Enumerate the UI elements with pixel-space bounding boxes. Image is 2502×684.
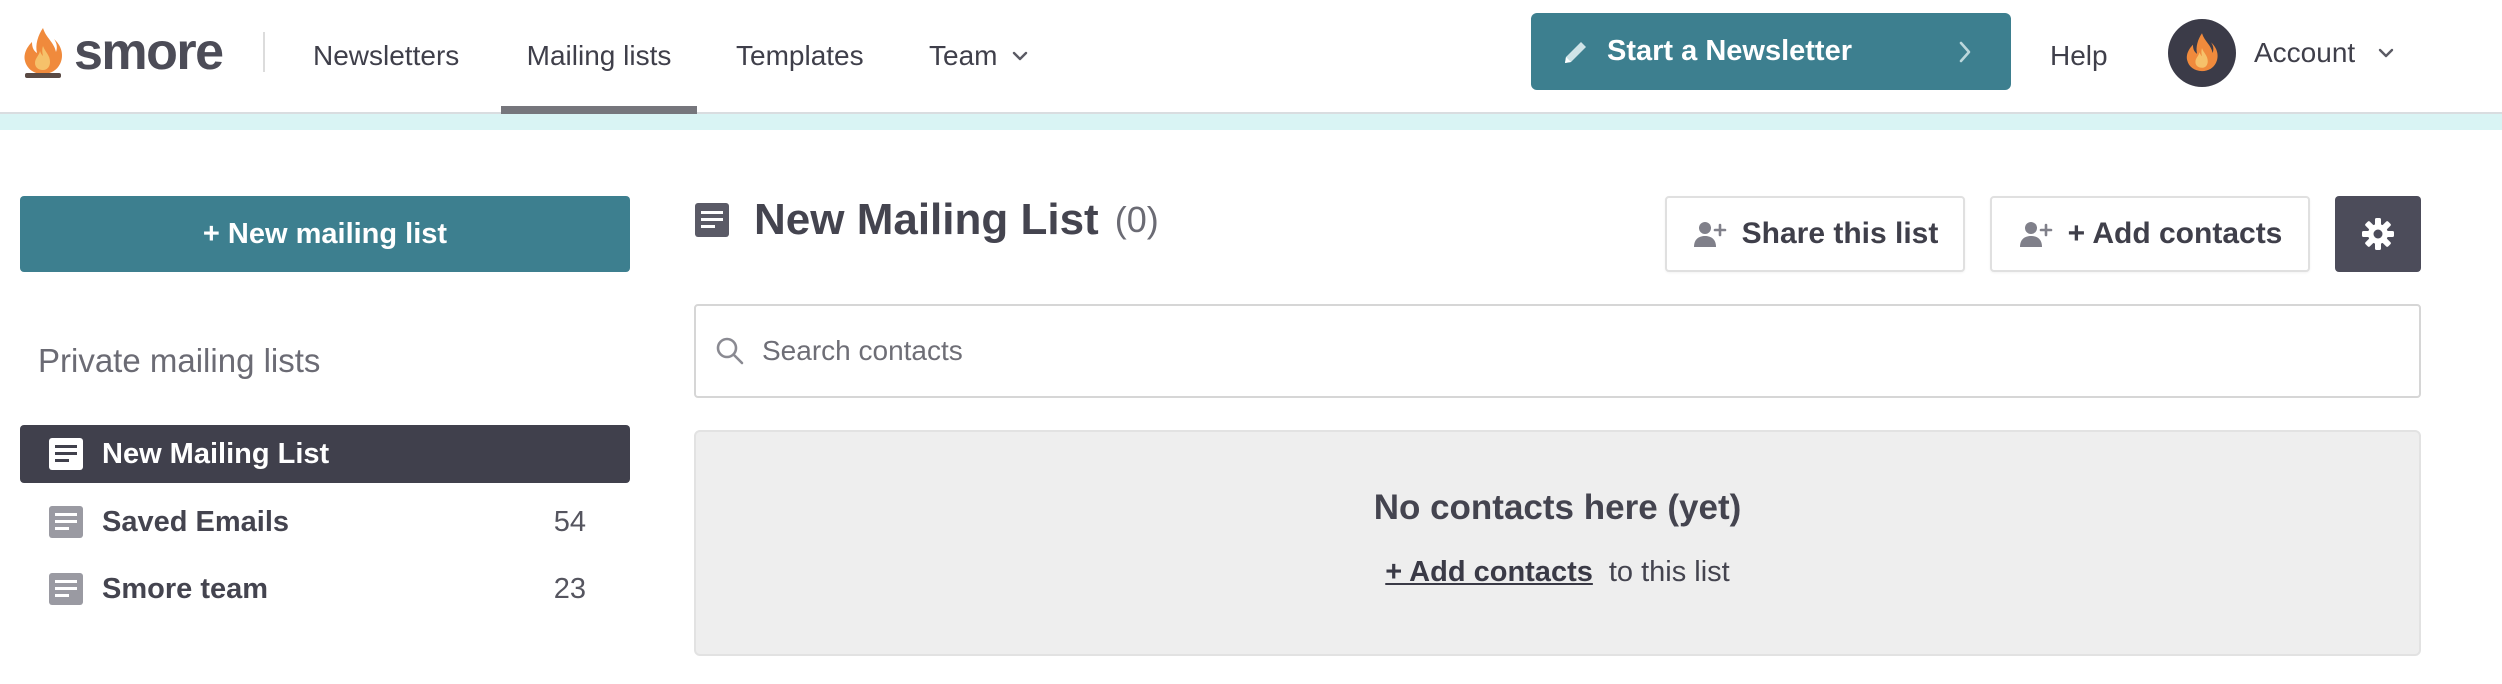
pencil-icon bbox=[1565, 41, 1586, 63]
page-title: New Mailing List bbox=[754, 195, 1099, 244]
start-newsletter-button[interactable]: Start a Newsletter bbox=[1531, 13, 2011, 90]
brand-name: smore bbox=[74, 23, 224, 81]
flame-avatar-icon bbox=[2186, 33, 2218, 72]
share-list-button[interactable]: Share this list bbox=[1665, 196, 1965, 272]
share-list-label: Share this list bbox=[1741, 217, 1939, 250]
nav-newsletters[interactable]: Newsletters bbox=[313, 0, 459, 112]
gear-icon bbox=[2362, 218, 2394, 250]
sidebar-item-saved-emails[interactable]: Saved Emails 54 bbox=[20, 493, 630, 551]
nav-help[interactable]: Help bbox=[2050, 0, 2108, 112]
chevron-down-icon bbox=[2378, 48, 2394, 58]
brand-logo[interactable]: smore bbox=[20, 22, 224, 82]
list-icon bbox=[49, 506, 83, 538]
top-navigation-bar: smore Newsletters Mailing lists Template… bbox=[0, 0, 2502, 114]
account-label: Account bbox=[2254, 37, 2356, 68]
account-menu[interactable]: Account bbox=[2168, 18, 2395, 88]
add-contacts-label: + Add contacts bbox=[2067, 217, 2283, 250]
list-icon bbox=[49, 438, 83, 470]
empty-state-suffix: to this list bbox=[1608, 556, 1730, 588]
search-icon bbox=[716, 337, 744, 365]
chevron-down-icon bbox=[1013, 51, 1028, 61]
header-accent-band bbox=[0, 114, 2502, 130]
nav-templates[interactable]: Templates bbox=[736, 0, 864, 112]
empty-state-title: No contacts here (yet) bbox=[1373, 488, 1742, 527]
private-lists-heading: Private mailing lists bbox=[38, 342, 321, 379]
nav-team-label: Team bbox=[929, 40, 998, 71]
page-title-row: New Mailing List (0) bbox=[694, 190, 1159, 250]
list-icon bbox=[49, 573, 83, 605]
flame-logo-icon bbox=[24, 28, 62, 78]
sidebar-item-label: Saved Emails bbox=[102, 505, 289, 538]
search-input[interactable] bbox=[762, 335, 2362, 367]
empty-state-message: + Add contacts to this list bbox=[696, 556, 2419, 589]
settings-button[interactable] bbox=[2335, 196, 2421, 272]
nav-team-dropdown[interactable]: Team bbox=[929, 0, 1029, 112]
empty-state-panel: No contacts here (yet) + Add contacts to … bbox=[694, 430, 2421, 656]
start-newsletter-label: Start a Newsletter bbox=[1607, 35, 1852, 67]
new-mailing-list-button[interactable]: + New mailing list bbox=[20, 196, 630, 272]
sidebar-item-count: 54 bbox=[553, 505, 586, 538]
sidebar-item-label: New Mailing List bbox=[102, 437, 330, 470]
sidebar-item-count: 23 bbox=[553, 572, 586, 605]
add-contacts-button[interactable]: + Add contacts bbox=[1990, 196, 2310, 272]
contact-count: (0) bbox=[1114, 199, 1159, 240]
search-contacts-field[interactable] bbox=[694, 304, 2421, 398]
nav-mailing-lists[interactable]: Mailing lists bbox=[501, 0, 697, 114]
user-plus-icon bbox=[1693, 222, 1726, 247]
sidebar-item-new-mailing-list[interactable]: New Mailing List bbox=[20, 425, 630, 483]
list-icon bbox=[695, 203, 729, 237]
sidebar-item-label: Smore team bbox=[102, 572, 269, 605]
user-plus-icon bbox=[2019, 222, 2052, 247]
avatar bbox=[2168, 19, 2236, 87]
sidebar-item-smore-team[interactable]: Smore team 23 bbox=[20, 560, 630, 618]
add-contacts-link[interactable]: + Add contacts bbox=[1385, 556, 1593, 588]
chevron-right-icon bbox=[1959, 41, 1971, 63]
header-divider bbox=[263, 32, 265, 72]
